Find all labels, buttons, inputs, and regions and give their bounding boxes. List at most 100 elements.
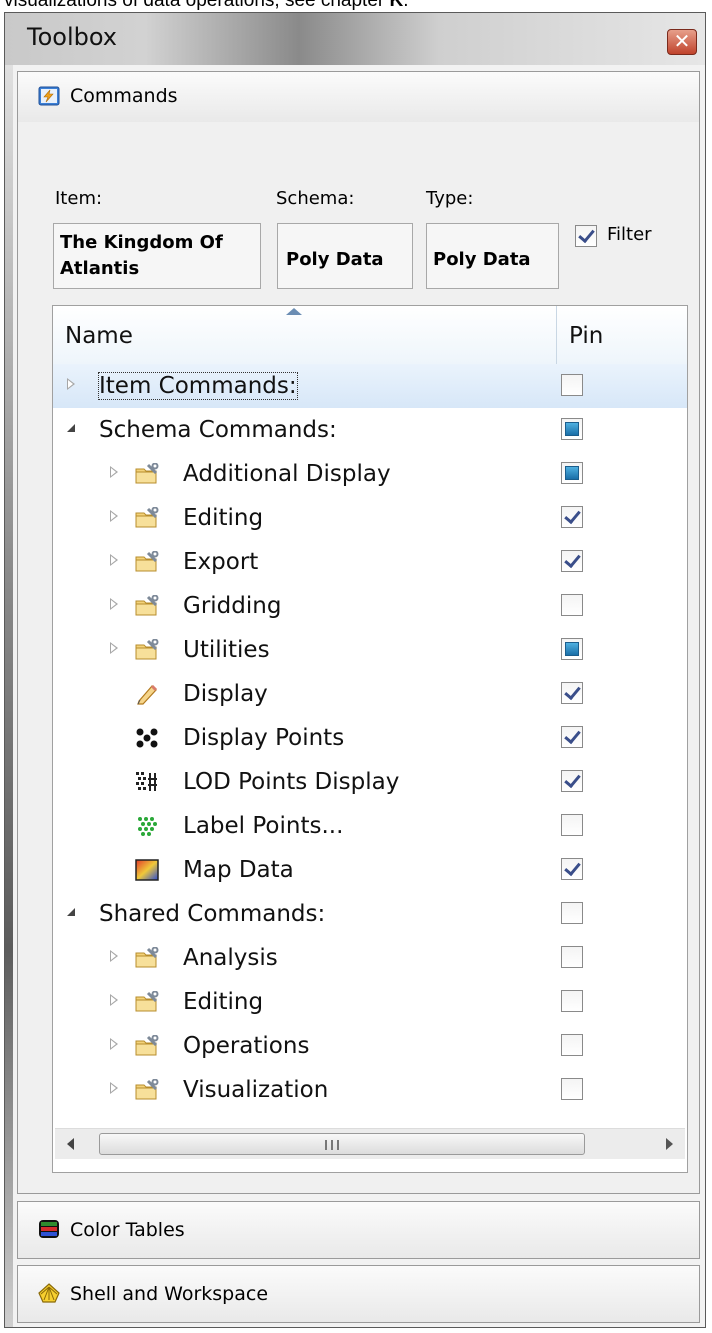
scroll-grip-icon <box>325 1140 339 1150</box>
collapsed-arrow-icon[interactable] <box>110 1082 118 1094</box>
tree-row[interactable]: Map Data <box>53 848 687 892</box>
collapsed-arrow-icon[interactable] <box>110 1038 118 1050</box>
tree-row[interactable]: Additional Display <box>53 452 687 496</box>
tree-row-label: Visualization <box>183 1077 329 1103</box>
folder-wrench-icon <box>135 638 159 661</box>
pin-checkbox[interactable] <box>561 814 583 836</box>
pin-checkbox[interactable] <box>561 726 583 748</box>
tree-row-label: Gridding <box>183 593 282 619</box>
shell-workspace-panel[interactable]: Shell and Workspace <box>17 1265 700 1323</box>
shell-icon <box>38 1283 60 1303</box>
collapsed-arrow-icon[interactable] <box>110 510 118 522</box>
points-icon <box>135 727 159 749</box>
collapsed-arrow-icon[interactable] <box>110 554 118 566</box>
grid-header: Name Pin <box>53 306 687 365</box>
horizontal-scrollbar[interactable] <box>55 1128 685 1159</box>
schema-field: Poly Data <box>277 223 413 289</box>
expanded-arrow-icon[interactable] <box>67 908 75 916</box>
pin-checkbox[interactable] <box>561 682 583 704</box>
tree-row[interactable]: Editing <box>53 980 687 1024</box>
collapsed-arrow-icon[interactable] <box>67 378 75 390</box>
tree-row-label: Label Points... <box>183 813 344 839</box>
folder-wrench-icon <box>135 990 159 1013</box>
color-tables-panel[interactable]: Color Tables <box>17 1201 700 1259</box>
tree-row-label: Export <box>183 549 259 575</box>
schema-label: Schema: <box>276 188 355 209</box>
scroll-left-icon[interactable] <box>67 1138 74 1150</box>
tree-row[interactable]: Display <box>53 672 687 716</box>
section-label-color-tables: Color Tables <box>70 1219 185 1241</box>
tree-row-label: Item Commands: <box>98 372 298 400</box>
folder-wrench-icon <box>135 462 159 485</box>
pin-checkbox[interactable] <box>561 506 583 528</box>
tree-row[interactable]: Display Points <box>53 716 687 760</box>
tree-row[interactable]: Item Commands: <box>53 364 687 408</box>
tree-row-label: Schema Commands: <box>99 417 337 443</box>
section-header-commands[interactable]: Commands <box>18 72 699 122</box>
tree-row[interactable]: Operations <box>53 1024 687 1068</box>
map-data-icon <box>135 859 159 881</box>
scroll-thumb[interactable] <box>99 1133 585 1155</box>
collapsed-arrow-icon[interactable] <box>110 598 118 610</box>
close-button[interactable]: ✕ <box>667 29 697 55</box>
pin-checkbox[interactable] <box>561 770 583 792</box>
lod-points-icon <box>135 771 159 793</box>
section-label-shell-workspace: Shell and Workspace <box>70 1283 269 1305</box>
pin-checkbox[interactable] <box>561 462 583 484</box>
section-header-color-tables[interactable]: Color Tables <box>18 1202 699 1258</box>
item-value-line1: The Kingdom Of <box>60 232 223 253</box>
type-label: Type: <box>426 188 474 209</box>
pin-checkbox[interactable] <box>561 902 583 924</box>
column-header-pin[interactable]: Pin <box>569 323 603 349</box>
tree-row[interactable]: Analysis <box>53 936 687 980</box>
tree-row[interactable]: Export <box>53 540 687 584</box>
pin-checkbox[interactable] <box>561 858 583 880</box>
collapsed-arrow-icon[interactable] <box>110 994 118 1006</box>
filter-label: Filter <box>607 224 652 245</box>
column-header-name[interactable]: Name <box>65 323 133 349</box>
collapsed-arrow-icon[interactable] <box>110 950 118 962</box>
tree-row[interactable]: Visualization <box>53 1068 687 1112</box>
tree-row[interactable]: Shared Commands: <box>53 892 687 936</box>
column-divider[interactable] <box>556 306 557 364</box>
type-field: Poly Data <box>426 223 559 289</box>
item-value-line2: Atlantis <box>60 258 140 279</box>
filter-checkbox[interactable] <box>575 225 597 247</box>
tree-row-label: Analysis <box>183 945 278 971</box>
section-label-commands: Commands <box>70 85 178 107</box>
pin-checkbox[interactable] <box>561 946 583 968</box>
collapsed-arrow-icon[interactable] <box>110 466 118 478</box>
collapsed-arrow-icon[interactable] <box>110 642 118 654</box>
tree-row[interactable]: Editing <box>53 496 687 540</box>
document-caption: visualizations of data operations, see c… <box>4 0 409 11</box>
pin-checkbox[interactable] <box>561 374 583 396</box>
tree-row-label: Map Data <box>183 857 294 883</box>
pin-checkbox[interactable] <box>561 638 583 660</box>
tree-row-label: Additional Display <box>183 461 391 487</box>
schema-value: Poly Data <box>286 249 384 270</box>
scroll-right-icon[interactable] <box>666 1138 673 1150</box>
pin-checkbox[interactable] <box>561 990 583 1012</box>
pin-checkbox[interactable] <box>561 418 583 440</box>
section-header-shell-workspace[interactable]: Shell and Workspace <box>18 1266 699 1322</box>
title-bar[interactable]: Toolbox ✕ <box>5 13 705 65</box>
label-points-icon <box>135 815 159 837</box>
pin-checkbox[interactable] <box>561 594 583 616</box>
commands-tree-grid: Name Pin Item Commands: Schema Commands: A… <box>52 305 688 1173</box>
tree-row-label: Shared Commands: <box>99 901 326 927</box>
tree-row[interactable]: LOD Points Display <box>53 760 687 804</box>
lightning-panel-icon <box>38 86 60 106</box>
tree-row[interactable]: Schema Commands: <box>53 408 687 452</box>
tree-row-label: Editing <box>183 989 264 1015</box>
tree-row[interactable]: Gridding <box>53 584 687 628</box>
caption-suffix: . <box>403 0 409 11</box>
tree-row[interactable]: Label Points... <box>53 804 687 848</box>
expanded-arrow-icon[interactable] <box>67 424 75 432</box>
pin-checkbox[interactable] <box>561 1078 583 1100</box>
pin-checkbox[interactable] <box>561 550 583 572</box>
caption-chapter: K <box>389 0 404 11</box>
color-table-icon <box>39 1220 59 1238</box>
folder-wrench-icon <box>135 550 159 573</box>
tree-row[interactable]: Utilities <box>53 628 687 672</box>
pin-checkbox[interactable] <box>561 1034 583 1056</box>
